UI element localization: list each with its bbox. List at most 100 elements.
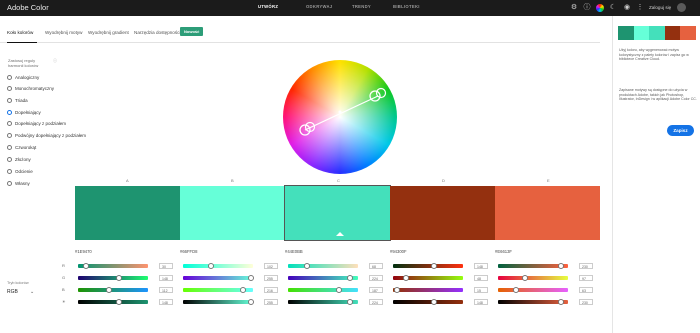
nav-trends[interactable]: TRENDY xyxy=(352,4,371,9)
slider-knob[interactable] xyxy=(247,275,254,281)
slider-c-r[interactable] xyxy=(288,263,358,269)
slider-knob[interactable] xyxy=(512,287,519,293)
slider-value[interactable]: 148 xyxy=(474,263,488,269)
tab-color-wheel[interactable]: Koło kolorów xyxy=(7,30,33,35)
slider-knob[interactable] xyxy=(403,275,410,281)
rule-monochromatic[interactable]: Monochromatyczny xyxy=(7,86,54,92)
slider-c-brightness[interactable] xyxy=(288,299,358,305)
slider-value[interactable]: 102 xyxy=(264,263,278,269)
slider-knob[interactable] xyxy=(115,275,122,281)
slider-knob[interactable] xyxy=(247,299,254,305)
slider-b-r[interactable] xyxy=(183,263,253,269)
slider-c-g[interactable] xyxy=(288,275,358,281)
apps-grid-icon[interactable]: ⋮ xyxy=(636,4,644,12)
slider-knob[interactable] xyxy=(558,299,564,305)
slider-value[interactable]: 255 xyxy=(264,275,278,281)
swatch-a[interactable] xyxy=(75,186,180,240)
slider-d-r[interactable] xyxy=(393,263,463,269)
slider-value[interactable]: 255 xyxy=(264,299,278,305)
radio-button[interactable] xyxy=(7,86,12,92)
avatar[interactable] xyxy=(677,3,686,12)
swatch-b[interactable] xyxy=(180,186,285,240)
slider-value[interactable]: 230 xyxy=(579,299,593,305)
info-icon[interactable]: ⓘ xyxy=(53,58,57,64)
radio-button[interactable] xyxy=(7,121,12,127)
handle-e[interactable] xyxy=(375,87,387,99)
settings-icon[interactable]: ⚙ xyxy=(570,4,578,12)
slider-knob[interactable] xyxy=(558,263,564,269)
info-icon[interactable]: ⓘ xyxy=(583,4,591,12)
slider-knob[interactable] xyxy=(430,263,437,269)
slider-knob[interactable] xyxy=(430,299,437,305)
hex-value-d[interactable]: #94300F xyxy=(390,249,407,254)
moon-icon[interactable]: ☾ xyxy=(609,4,617,12)
slider-value[interactable]: 112 xyxy=(159,287,173,293)
swatch-d[interactable] xyxy=(390,186,495,240)
slider-knob[interactable] xyxy=(521,275,528,281)
slider-knob[interactable] xyxy=(208,263,214,269)
user-icon[interactable]: ◉ xyxy=(623,4,631,12)
slider-a-brightness[interactable] xyxy=(78,299,148,305)
rule-double-split-complementary[interactable]: Podwójny dopełniający z podziałem xyxy=(7,133,86,139)
nav-libraries[interactable]: BIBLIOTEKI xyxy=(393,4,420,9)
slider-knob[interactable] xyxy=(336,287,343,293)
slider-value[interactable]: 15 xyxy=(474,287,488,293)
slider-value[interactable]: 148 xyxy=(159,275,173,281)
slider-knob[interactable] xyxy=(239,287,246,293)
rule-custom[interactable]: Własny xyxy=(7,181,30,187)
tab-accessibility-tools[interactable]: Narzędzia dostępności xyxy=(134,30,180,35)
slider-value[interactable]: 224 xyxy=(369,299,383,305)
slider-e-r[interactable] xyxy=(498,263,568,269)
slider-value[interactable]: 97 xyxy=(579,275,593,281)
hex-value-a[interactable]: #1E9470 xyxy=(75,249,92,254)
slider-knob[interactable] xyxy=(105,287,112,293)
slider-a-b[interactable] xyxy=(78,287,148,293)
color-wheel-icon[interactable] xyxy=(596,4,604,12)
hex-value-c[interactable]: #44E0BB xyxy=(285,249,303,254)
slider-value[interactable]: 187 xyxy=(369,287,383,293)
slider-b-brightness[interactable] xyxy=(183,299,254,305)
rule-complementary[interactable]: Dopełniający xyxy=(7,110,41,116)
radio-button[interactable] xyxy=(7,181,12,187)
slider-d-b[interactable] xyxy=(393,287,463,293)
slider-b-b[interactable] xyxy=(183,287,253,293)
slider-knob[interactable] xyxy=(346,299,353,305)
nav-create[interactable]: UTWÓRZ xyxy=(258,4,278,9)
slider-knob[interactable] xyxy=(83,263,90,269)
rule-compound[interactable]: Złożony xyxy=(7,157,31,163)
slider-d-brightness[interactable] xyxy=(393,299,463,305)
slider-c-b[interactable] xyxy=(288,287,358,293)
slider-value[interactable]: 148 xyxy=(474,299,488,305)
rule-shades[interactable]: Odcienie xyxy=(7,169,33,175)
radio-button-selected[interactable] xyxy=(7,110,12,116)
slider-knob[interactable] xyxy=(303,263,310,269)
radio-button[interactable] xyxy=(7,169,12,175)
slider-e-g[interactable] xyxy=(498,275,568,281)
sign-in-link[interactable]: Zaloguj się xyxy=(649,5,671,10)
rule-split-complementary[interactable]: Dopełniający z podziałem xyxy=(7,121,66,127)
rule-analogous[interactable]: Analogiczny xyxy=(7,75,39,81)
slider-knob[interactable] xyxy=(115,299,122,305)
radio-button[interactable] xyxy=(7,157,12,163)
tab-extract-gradient[interactable]: Wyodrębnij gradient xyxy=(88,30,129,35)
rule-triad[interactable]: Triada xyxy=(7,98,28,104)
slider-d-g[interactable] xyxy=(393,275,463,281)
wheel-handles[interactable] xyxy=(283,60,397,174)
slider-value[interactable]: 30 xyxy=(159,263,173,269)
slider-value[interactable]: 224 xyxy=(369,275,383,281)
radio-button[interactable] xyxy=(7,145,12,151)
slider-e-brightness[interactable] xyxy=(498,299,568,305)
slider-value[interactable]: 230 xyxy=(579,263,593,269)
slider-a-r[interactable] xyxy=(78,263,148,269)
tab-extract-theme[interactable]: Wyodrębnij motyw xyxy=(45,30,83,35)
slider-value[interactable]: 68 xyxy=(369,263,383,269)
slider-knob[interactable] xyxy=(394,287,401,293)
slider-b-g[interactable] xyxy=(183,275,254,281)
hex-value-e[interactable]: #E6613F xyxy=(495,249,512,254)
save-button[interactable]: Zapisz xyxy=(667,125,694,136)
slider-e-b[interactable] xyxy=(498,287,568,293)
slider-value[interactable]: 148 xyxy=(159,299,173,305)
slider-value[interactable]: 48 xyxy=(474,275,488,281)
slider-a-g[interactable] xyxy=(78,275,148,281)
swatch-e[interactable] xyxy=(495,186,600,240)
